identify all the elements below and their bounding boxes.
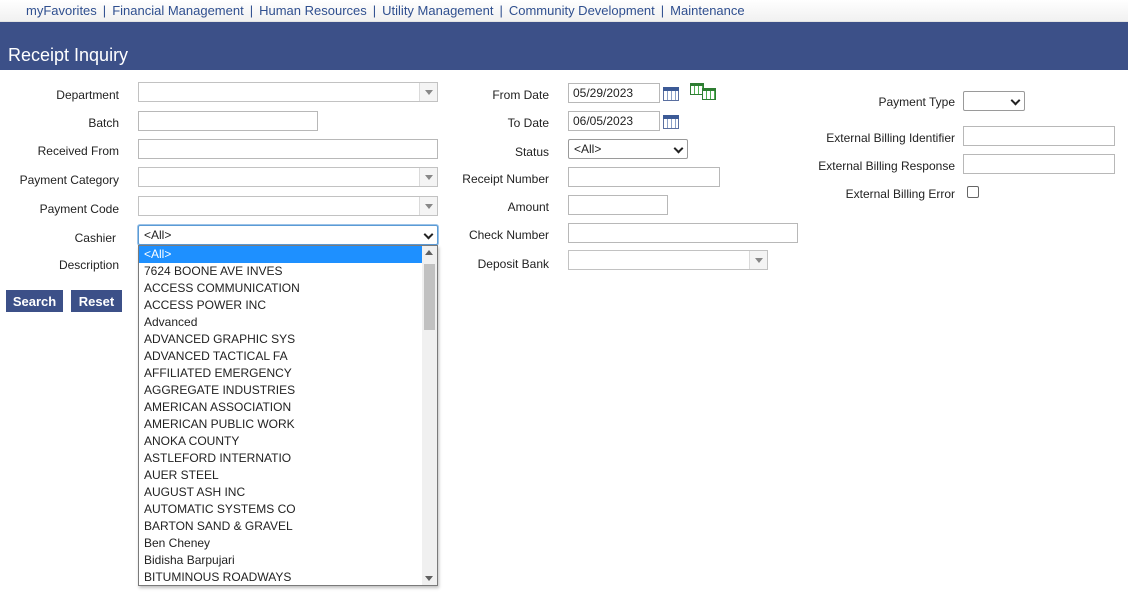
payment-code-dropdown-arrow-icon[interactable] <box>419 197 437 215</box>
to-date-label: To Date <box>507 116 549 130</box>
nav-separator: | <box>660 3 665 18</box>
cashier-option[interactable]: AFFILIATED EMERGENCY <box>139 365 422 382</box>
dropdown-scrollbar[interactable] <box>422 246 437 585</box>
nav-separator: | <box>499 3 503 18</box>
status-select[interactable]: <All> <box>568 139 688 159</box>
deposit-bank-combo[interactable] <box>568 250 768 270</box>
scroll-up-arrow-icon[interactable] <box>425 250 433 255</box>
nav-separator: | <box>372 3 377 18</box>
title-bar: Receipt Inquiry <box>0 22 1128 70</box>
cashier-option[interactable]: ADVANCED GRAPHIC SYS <box>139 331 422 348</box>
department-dropdown-arrow-icon[interactable] <box>419 83 437 101</box>
scrollbar-thumb[interactable] <box>424 264 435 330</box>
received-from-label: Received From <box>37 144 119 158</box>
external-billing-error-label: External Billing Error <box>845 187 955 201</box>
from-date-calendar-icon[interactable] <box>663 87 679 101</box>
cashier-option[interactable]: AMERICAN PUBLIC WORK <box>139 416 422 433</box>
chevron-down-icon <box>673 143 684 154</box>
cashier-option[interactable]: ACCESS POWER INC <box>139 297 422 314</box>
nav-item-maintenance[interactable]: Maintenance <box>670 3 744 18</box>
department-label: Department <box>56 88 119 102</box>
chevron-down-icon <box>423 229 434 240</box>
cashier-option[interactable]: BARTON SAND & GRAVEL <box>139 518 422 535</box>
payment-code-label: Payment Code <box>39 202 119 216</box>
receipt-number-input[interactable] <box>568 167 720 187</box>
department-combo[interactable] <box>138 82 438 102</box>
nav-separator: | <box>102 3 107 18</box>
reset-button[interactable]: Reset <box>71 290 122 312</box>
batch-label: Batch <box>88 116 119 130</box>
nav-item-community-development[interactable]: Community Development <box>509 3 655 18</box>
from-date-label: From Date <box>492 88 549 102</box>
from-date-input[interactable] <box>568 83 660 103</box>
status-label: Status <box>514 145 549 159</box>
received-from-input[interactable] <box>138 139 438 159</box>
cashier-option[interactable]: ASTLEFORD INTERNATIO <box>139 450 422 467</box>
check-number-label: Check Number <box>468 228 549 242</box>
cashier-option[interactable]: <All> <box>139 246 422 263</box>
cashier-select[interactable]: <All> <box>138 225 438 245</box>
cashier-option[interactable]: AGGREGATE INDUSTRIES <box>139 382 422 399</box>
payment-type-label: Payment Type <box>878 95 956 109</box>
cashier-option[interactable]: AUER STEEL <box>139 467 422 484</box>
deposit-bank-dropdown-arrow-icon[interactable] <box>749 251 767 269</box>
cashier-option[interactable]: Ben Cheney <box>139 535 422 552</box>
deposit-bank-label: Deposit Bank <box>477 257 549 271</box>
amount-input[interactable] <box>568 195 668 215</box>
to-date-calendar-icon[interactable] <box>663 115 679 129</box>
nav-item-utility-management[interactable]: Utility Management <box>382 3 493 18</box>
cashier-label: Cashier <box>74 231 116 245</box>
external-billing-identifier-label: External Billing Identifier <box>826 131 955 145</box>
batch-input[interactable] <box>138 111 318 131</box>
search-button[interactable]: Search <box>6 290 63 312</box>
nav-separator: | <box>249 3 254 18</box>
receipt-number-label: Receipt Number <box>462 172 549 186</box>
status-select-value: <All> <box>574 142 602 156</box>
payment-category-dropdown-arrow-icon[interactable] <box>419 168 437 186</box>
payment-code-combo[interactable] <box>138 196 438 216</box>
payment-category-label: Payment Category <box>19 173 119 187</box>
cashier-option[interactable]: Advanced <box>139 314 422 331</box>
amount-label: Amount <box>507 200 549 214</box>
to-date-input[interactable] <box>568 111 660 131</box>
cashier-option[interactable]: AUTOMATIC SYSTEMS CO <box>139 501 422 518</box>
cashier-option[interactable]: Bidisha Barpujari <box>139 552 422 569</box>
cashier-option[interactable]: ANOKA COUNTY <box>139 433 422 450</box>
cashier-option[interactable]: AUGUST ASH INC <box>139 484 422 501</box>
payment-category-combo[interactable] <box>138 167 438 187</box>
top-nav: myFavorites | Financial Management | Hum… <box>0 0 1128 22</box>
cashier-option[interactable]: 7624 BOONE AVE INVES <box>139 263 422 280</box>
cashier-select-value: <All> <box>144 228 172 242</box>
cashier-option[interactable]: ADVANCED TACTICAL FA <box>139 348 422 365</box>
multi-calendar-icon[interactable] <box>690 83 718 101</box>
cashier-dropdown-list[interactable]: <All> 7624 BOONE AVE INVES ACCESS COMMUN… <box>138 245 438 586</box>
external-billing-error-checkbox[interactable] <box>967 186 979 198</box>
nav-item-myfavorites[interactable]: myFavorites <box>26 3 97 18</box>
cashier-option[interactable]: ACCESS COMMUNICATION <box>139 280 422 297</box>
external-billing-identifier-input[interactable] <box>963 126 1115 146</box>
nav-item-financial-management[interactable]: Financial Management <box>112 3 244 18</box>
check-number-input[interactable] <box>568 223 798 243</box>
description-label: Description <box>58 258 119 272</box>
payment-type-select[interactable] <box>963 91 1025 111</box>
external-billing-response-label: External Billing Response <box>818 159 955 173</box>
scroll-down-arrow-icon[interactable] <box>425 576 433 581</box>
external-billing-response-input[interactable] <box>963 154 1115 174</box>
page-title: Receipt Inquiry <box>8 45 129 65</box>
cashier-option[interactable]: AMERICAN ASSOCIATION <box>139 399 422 416</box>
chevron-down-icon <box>1010 95 1021 106</box>
nav-item-human-resources[interactable]: Human Resources <box>259 3 367 18</box>
cashier-option[interactable]: BITUMINOUS ROADWAYS <box>139 569 422 585</box>
